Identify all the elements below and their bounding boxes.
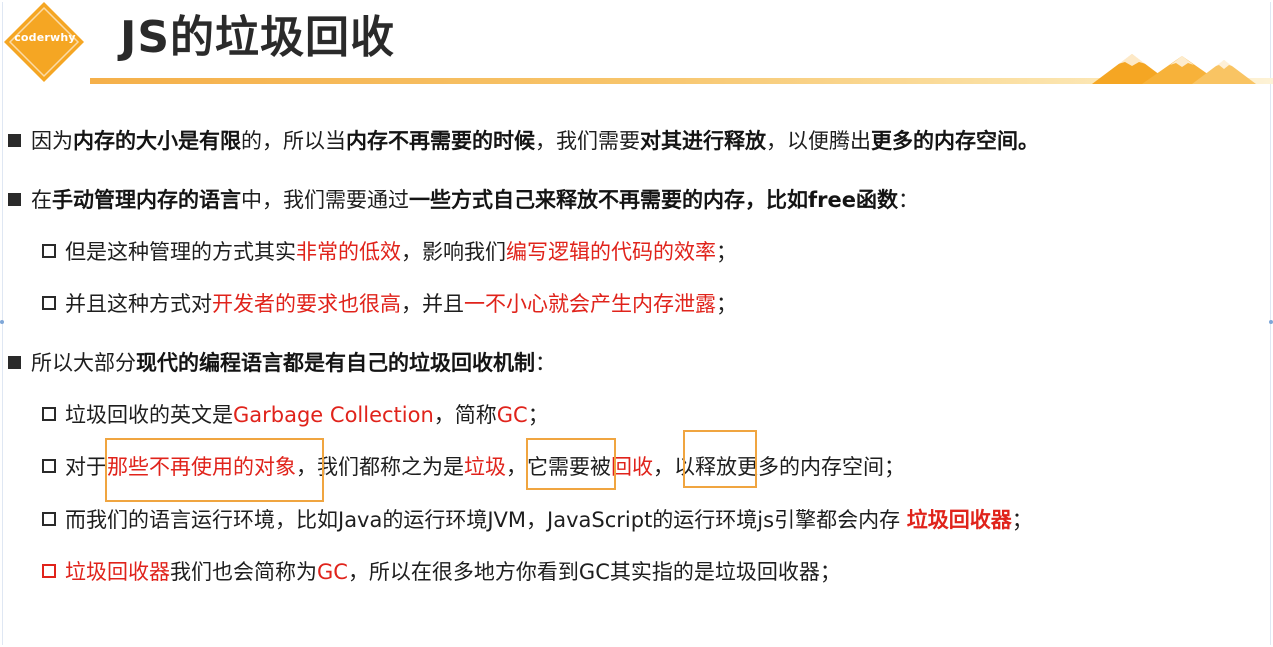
text: ；: [527, 403, 549, 427]
text: ：: [897, 188, 919, 212]
red-text: 垃圾回收器: [65, 560, 170, 584]
text: 而我们的语言运行环境，比如Java的运行环境JVM，JavaScript的运行环…: [65, 508, 907, 532]
mountain-decoration-icon: [1092, 54, 1256, 84]
red-text: 回收: [611, 455, 653, 479]
sub-bullet-line-9: 垃圾回收器我们也会简称为GC，所以在很多地方你看到GC其实指的是垃圾回收器；: [42, 557, 841, 587]
red-text: 垃圾: [464, 455, 506, 479]
text: 中，我们需要通过: [241, 188, 409, 212]
square-bullet-icon: [8, 134, 21, 147]
text: 所以大部分: [31, 351, 136, 375]
highlight-box-garbage: [526, 438, 616, 490]
edge-handle-right: [1269, 320, 1273, 324]
bold-text: 内存的大小是有限: [73, 129, 241, 153]
bullet-line-1: 因为内存的大小是有限的，所以当内存不再需要的时候，我们需要对其进行释放，以便腾出…: [8, 126, 1039, 156]
red-text: 编写逻辑的代码的效率: [506, 240, 716, 264]
red-bold-text: 垃圾回收器: [906, 508, 1012, 532]
text: 并且这种方式对: [65, 292, 212, 316]
red-text: 开发者的要求也很高: [212, 292, 401, 316]
text: ，影响我们: [401, 240, 506, 264]
bullet-line-5: 所以大部分现代的编程语言都是有自己的垃圾回收机制：: [8, 348, 556, 378]
bold-text: 手动管理内存的语言: [52, 188, 241, 212]
hollow-square-bullet-icon: [42, 296, 56, 310]
bold-text: 现代的编程语言都是有自己的垃圾回收机制: [136, 351, 535, 375]
text: ，并且: [401, 292, 464, 316]
text: 对于: [65, 455, 107, 479]
square-bullet-icon: [8, 193, 21, 206]
hollow-square-bullet-icon: [42, 407, 56, 421]
text: ，简称: [433, 403, 497, 427]
text: 因为: [31, 129, 73, 153]
text: 但是这种管理的方式其实: [65, 240, 296, 264]
hollow-square-bullet-icon: [42, 459, 56, 473]
sub-bullet-line-8: 而我们的语言运行环境，比如Java的运行环境JVM，JavaScript的运行环…: [42, 505, 1033, 535]
text: 在: [31, 188, 52, 212]
square-bullet-icon: [8, 356, 21, 369]
bold-text: 内存不再需要的时候: [346, 129, 535, 153]
text: ：: [535, 351, 556, 375]
slide-frame: [2, 2, 1271, 645]
text: ，以便腾出: [766, 129, 871, 153]
red-text: 一不小心就会产生内存泄露: [464, 292, 716, 316]
text: 我们也会简称为: [170, 560, 317, 584]
coderwhy-logo: coderwhy: [2, 0, 86, 84]
bold-text: 对其进行释放: [640, 129, 766, 153]
bullet-line-2: 在手动管理内存的语言中，我们需要通过一些方式自己来释放不再需要的内存，比如fre…: [8, 185, 919, 215]
text: 的，所以当: [241, 129, 346, 153]
sub-bullet-line-3: 但是这种管理的方式其实非常的低效，影响我们编写逻辑的代码的效率；: [42, 237, 737, 267]
sub-bullet-line-4: 并且这种方式对开发者的要求也很高，并且一不小心就会产生内存泄露；: [42, 289, 737, 319]
sub-bullet-line-6: 垃圾回收的英文是Garbage Collection，简称GC；: [42, 400, 549, 430]
red-text: GC: [496, 403, 528, 427]
red-text: Garbage Collection: [233, 403, 434, 427]
text: ，我们需要: [535, 129, 640, 153]
text: ；: [716, 240, 737, 264]
hollow-square-bullet-icon: [42, 512, 56, 526]
bold-text: 一些方式自己来释放不再需要的内存，比如free函数: [409, 188, 898, 212]
bold-text: 更多的内存空间。: [871, 129, 1039, 153]
highlight-box-recycle: [683, 430, 757, 488]
text: 垃圾回收的英文是: [65, 403, 233, 427]
text: ，所以在很多地方你看到GC其实指的是垃圾回收器；: [347, 560, 841, 584]
text: ；: [1011, 508, 1033, 532]
edge-handle-left: [0, 320, 4, 324]
red-hollow-square-bullet-icon: [42, 564, 56, 578]
hollow-square-bullet-icon: [42, 244, 56, 258]
logo-text: coderwhy: [14, 31, 76, 44]
red-text: GC: [317, 560, 348, 584]
slide-title: JS的垃圾回收: [120, 12, 396, 63]
highlight-box-objects: [105, 438, 324, 502]
text: ；: [716, 292, 737, 316]
red-text: 非常的低效: [296, 240, 401, 264]
